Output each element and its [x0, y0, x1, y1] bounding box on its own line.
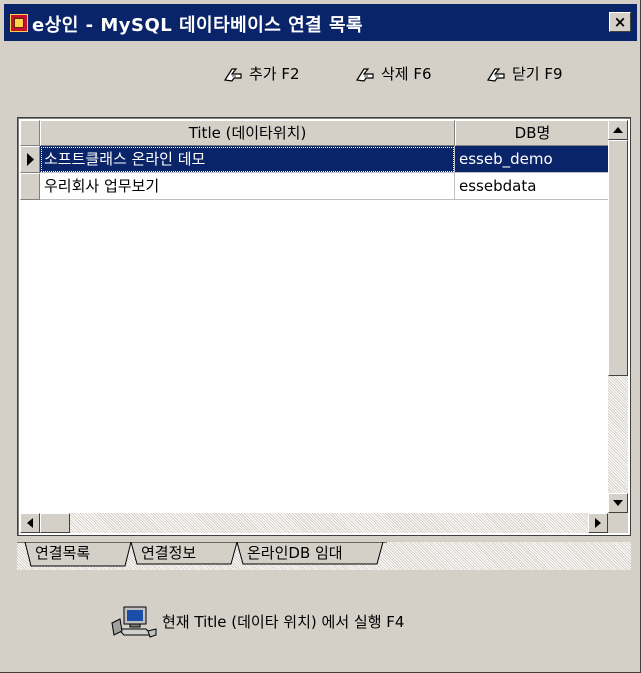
- row-indicator: [20, 146, 40, 173]
- horizontal-scroll-thumb[interactable]: [40, 513, 70, 533]
- close-dialog-button-label: 닫기 F9: [512, 65, 563, 83]
- column-header-db[interactable]: DB명: [455, 120, 610, 146]
- connection-grid[interactable]: Title (데이타위치) DB명 소프트클래스 온라인 데모 esseb_de…: [17, 117, 631, 536]
- row-indicator: [20, 173, 40, 200]
- hand-pointer-icon: [486, 66, 508, 84]
- table-row[interactable]: 소프트클래스 온라인 데모 esseb_demo: [20, 146, 610, 173]
- toolbar: 추가 F2 삭제 F6 닫기 F9: [0, 54, 641, 94]
- vertical-scroll-thumb[interactable]: [608, 140, 628, 376]
- add-button[interactable]: 추가 F2: [223, 62, 300, 86]
- current-row-arrow-icon: [27, 153, 34, 166]
- horizontal-scrollbar[interactable]: [20, 513, 608, 533]
- cell-db[interactable]: esseb_demo: [455, 146, 610, 173]
- add-button-label: 추가 F2: [249, 65, 300, 83]
- scroll-down-button[interactable]: [608, 493, 628, 513]
- arrow-down-icon: [613, 500, 623, 506]
- tab-connection-list[interactable]: 연결목록: [31, 542, 94, 569]
- arrow-left-icon: [27, 518, 33, 528]
- close-button[interactable]: ×: [609, 12, 631, 32]
- hand-pointer-icon: [355, 66, 377, 84]
- run-button[interactable]: 현재 Title (데이타 위치) 에서 실행 F4: [110, 602, 404, 642]
- cell-title[interactable]: 소프트클래스 온라인 데모: [40, 146, 455, 173]
- tab-online-db-rental[interactable]: 온라인DB 임대: [243, 542, 347, 566]
- run-button-label: 현재 Title (데이타 위치) 에서 실행 F4: [162, 613, 405, 631]
- delete-button[interactable]: 삭제 F6: [355, 62, 432, 86]
- scroll-up-button[interactable]: [608, 120, 628, 140]
- scroll-left-button[interactable]: [20, 513, 40, 533]
- dialog-window: e상인 - MySQL 데이타베이스 연결 목록 × 추가 F2 삭제 F6 닫…: [0, 0, 641, 673]
- scroll-right-button[interactable]: [588, 513, 608, 533]
- run-bar: 현재 Title (데이타 위치) 에서 실행 F4: [0, 596, 641, 646]
- indicator-header: [20, 120, 40, 146]
- window-title: e상인 - MySQL 데이타베이스 연결 목록: [32, 15, 364, 36]
- tab-strip: 연결목록 연결정보 온라인DB 임대: [17, 542, 631, 570]
- computer-icon: [110, 605, 158, 641]
- grid-header: Title (데이타위치) DB명: [20, 120, 610, 146]
- table-row[interactable]: 우리회사 업무보기 essebdata: [20, 173, 610, 200]
- delete-button-label: 삭제 F6: [381, 65, 432, 83]
- close-dialog-button[interactable]: 닫기 F9: [486, 62, 563, 86]
- tab-connection-info[interactable]: 연결정보: [137, 542, 200, 566]
- hand-pointer-icon: [223, 66, 245, 84]
- cell-db[interactable]: essebdata: [455, 173, 610, 200]
- vertical-scrollbar[interactable]: [608, 120, 628, 513]
- column-header-title[interactable]: Title (데이타위치): [40, 120, 455, 146]
- app-icon: [10, 14, 28, 32]
- arrow-right-icon: [595, 518, 601, 528]
- arrow-up-icon: [613, 127, 623, 133]
- scroll-corner: [608, 513, 628, 533]
- cell-title[interactable]: 우리회사 업무보기: [40, 173, 455, 200]
- title-bar[interactable]: e상인 - MySQL 데이타베이스 연결 목록 ×: [4, 4, 637, 41]
